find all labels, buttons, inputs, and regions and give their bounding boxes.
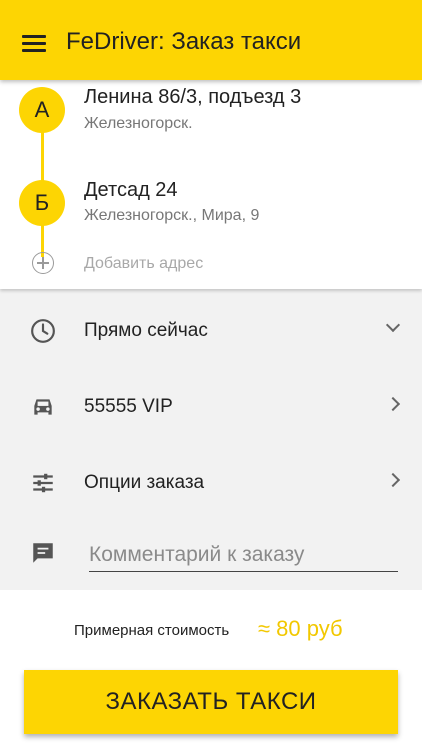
estimate-value: ≈ 80 руб <box>258 616 343 641</box>
chevron-right-icon <box>385 396 401 412</box>
app-bar: FeDriver: Заказ такси <box>0 0 422 80</box>
add-address-button[interactable]: Добавить адрес <box>84 255 203 273</box>
estimate-label: Примерная стоимость <box>74 622 230 639</box>
add-circle-icon[interactable] <box>32 252 54 274</box>
address-a-main[interactable]: Ленина 86/3, подъезд 3 <box>84 86 301 109</box>
car-icon <box>34 399 52 415</box>
address-a-city: Железногорск. <box>84 115 193 132</box>
comment-input[interactable] <box>89 538 398 572</box>
order-taxi-button[interactable]: ЗАКАЗАТЬ ТАКСИ <box>24 670 398 734</box>
bottom-panel: Примерная стоимость ≈ 80 руб ЗАКАЗАТЬ ТА… <box>0 590 422 750</box>
order-options-label: Опции заказа <box>84 472 205 493</box>
address-b-city: Железногорск., Мира, 9 <box>84 207 260 224</box>
tariff-label: 55555 VIP <box>84 396 173 417</box>
marker-a: А <box>19 87 65 133</box>
order-options-row[interactable]: Опции заказа <box>0 452 422 512</box>
menu-icon[interactable] <box>22 35 46 53</box>
comment-icon <box>33 543 53 563</box>
chevron-right-icon <box>385 472 401 488</box>
page-title: FeDriver: Заказ такси <box>66 28 302 55</box>
time-row[interactable]: Прямо сейчас <box>0 300 422 360</box>
chevron-down-icon <box>385 317 401 333</box>
route-card: А Ленина 86/3, подъезд 3 Железногорск. Б… <box>0 80 422 289</box>
time-label: Прямо сейчас <box>84 320 208 341</box>
address-b-main[interactable]: Детсад 24 <box>84 179 178 202</box>
marker-b: Б <box>19 180 65 226</box>
clock-icon <box>31 319 55 343</box>
sliders-icon <box>33 473 53 493</box>
tariff-row[interactable]: 55555 VIP <box>0 376 422 436</box>
